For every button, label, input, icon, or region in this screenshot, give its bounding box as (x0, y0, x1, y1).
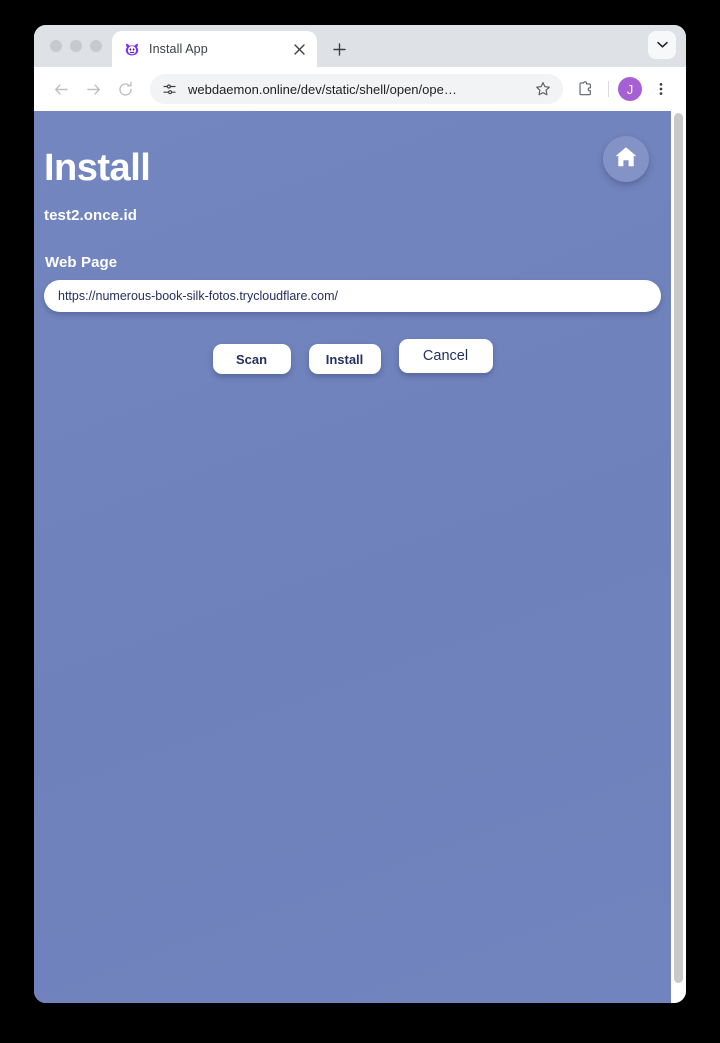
web-page-label: Web Page (45, 254, 118, 271)
action-button-row: Scan Install Cancel (44, 339, 661, 374)
install-form: Web Page Scan Install Cancel (34, 254, 671, 374)
browser-tab[interactable]: Install App (112, 31, 317, 67)
tune-icon[interactable] (158, 78, 180, 100)
home-icon (613, 144, 639, 175)
install-button[interactable]: Install (308, 344, 381, 374)
avatar[interactable]: J (618, 77, 642, 101)
page-viewport: Install test2.once.id Web Page Scan Inst… (34, 111, 686, 1003)
scan-button[interactable]: Scan (212, 344, 291, 374)
window-traffic-lights (34, 25, 112, 67)
address-bar-url: webdaemon.online/dev/static/shell/open/o… (188, 81, 457, 97)
window-minimize-button[interactable] (70, 40, 82, 52)
page-title: Install (44, 147, 151, 189)
close-icon[interactable] (289, 39, 309, 59)
tab-strip: Install App (34, 25, 686, 67)
puzzle-icon[interactable] (571, 75, 599, 103)
web-page-input[interactable] (44, 280, 661, 312)
page-subtitle: test2.once.id (44, 207, 137, 224)
window-maximize-button[interactable] (90, 40, 102, 52)
toolbar-divider (608, 81, 609, 97)
page-scrollbar-thumb[interactable] (674, 113, 683, 984)
devil-face-favicon (124, 41, 140, 57)
new-tab-button[interactable] (325, 35, 353, 63)
browser-tab-title: Install App (149, 42, 208, 56)
home-button[interactable] (603, 136, 649, 182)
browser-toolbar: webdaemon.online/dev/static/shell/open/o… (34, 67, 686, 111)
browser-menu-icon[interactable] (648, 76, 674, 102)
browser-window: Install App webdaemon.online/dev/static/… (34, 25, 686, 1003)
cancel-button[interactable]: Cancel (398, 339, 493, 373)
forward-icon[interactable] (78, 74, 108, 104)
install-page: Install test2.once.id Web Page Scan Inst… (34, 111, 671, 1003)
back-icon[interactable] (46, 74, 76, 104)
address-bar[interactable]: webdaemon.online/dev/static/shell/open/o… (150, 74, 563, 104)
reload-icon[interactable] (110, 74, 140, 104)
chevron-down-icon[interactable] (648, 31, 676, 59)
page-scrollbar[interactable] (671, 111, 686, 1003)
window-close-button[interactable] (50, 40, 62, 52)
bookmark-star-icon[interactable] (533, 79, 553, 99)
